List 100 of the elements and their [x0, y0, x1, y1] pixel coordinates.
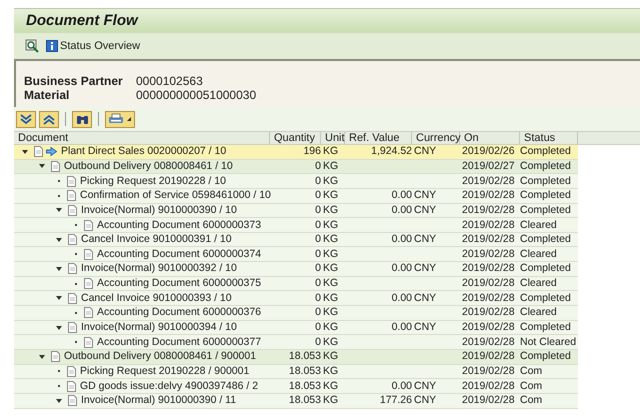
currency-cell: CNY: [414, 380, 436, 392]
ref-value-cell: 0.00: [392, 380, 412, 392]
currency-cell: CNY: [414, 292, 436, 304]
quantity-cell: 0: [315, 321, 321, 333]
document-name: Outbound Delivery 0080008461 / 900001: [64, 350, 256, 364]
column-header[interactable]: Currency: [412, 132, 460, 144]
field-label: Business Partner: [24, 74, 124, 88]
document-name: Accounting Document 6000000375: [97, 277, 262, 290]
date-cell: 2019/02/28: [462, 292, 515, 304]
expand-arrow-icon[interactable]: [56, 398, 62, 403]
currency-cell: CNY: [414, 394, 436, 406]
tree-row[interactable]: Cancel Invoice 9010000393 / 10 0 KG 0.00 CNY 2019/02/28 Completed: [14, 291, 578, 306]
document-name: Cancel Invoice 9010000393 / 10: [81, 292, 232, 305]
tree-row[interactable]: Confirmation of Service 0598461000 / 10 0 KG 0.00 CNY 2019/02/28 Completed: [14, 188, 578, 204]
tree-row[interactable]: Outbound Delivery 0080008461 / 10 0 KG 2019/02/27 Completed: [14, 160, 578, 174]
status-cell: Completed: [520, 292, 571, 304]
document-icon: [84, 278, 93, 290]
tree-row[interactable]: Outbound Delivery 0080008461 / 900001 18.053 KG 2019/02/28 Completed: [14, 350, 578, 365]
tree-row[interactable]: Picking Request 20190228 / 10 0 KG 2019/02/28 Completed: [14, 174, 578, 189]
tree-row[interactable]: Picking Request 20190228 / 900001 18.053 KG 2019/02/28 Com: [14, 364, 578, 380]
info-icon: [46, 40, 58, 52]
column-header[interactable]: Ref. Value: [345, 132, 412, 144]
document-icon: [68, 322, 77, 333]
quantity-cell: 0: [315, 233, 321, 246]
expand-arrow-icon[interactable]: [56, 238, 62, 242]
expand-arrow-icon[interactable]: [39, 164, 45, 168]
date-cell: 2019/02/28: [462, 189, 515, 202]
currency-cell: CNY: [414, 233, 436, 246]
ref-value-cell: 0.00: [392, 321, 412, 333]
unit-cell: KG: [323, 336, 338, 348]
expand-arrow-icon[interactable]: [56, 326, 62, 330]
currency-cell: CNY: [414, 321, 436, 333]
status-cell: Completed: [520, 174, 571, 187]
document-name: Accounting Document 6000000376: [97, 306, 262, 320]
status-overview-button[interactable]: Status Overview: [46, 38, 140, 54]
tree-row[interactable]: Accounting Document 6000000374 0 KG 2019/02/28 Cleared: [14, 247, 578, 262]
date-cell: 2019/02/28: [462, 321, 515, 333]
date-cell: 2019/02/28: [462, 204, 515, 216]
document-icon: [67, 190, 76, 202]
tree-row[interactable]: Plant Direct Sales 0020000207 / 10 196 KG 1,924.52 CNY 2019/02/26 Completed: [14, 145, 578, 160]
tree-row[interactable]: Invoice(Normal) 9010000390 / 11 18.053 KG 177.26 CNY 2019/02/28 Com: [14, 394, 578, 409]
quantity-cell: 18.053: [288, 364, 321, 377]
expand-arrow-icon[interactable]: [56, 208, 62, 212]
document-icon: [84, 220, 93, 231]
document-name: Outbound Delivery 0080008461 / 10: [64, 160, 233, 173]
column-header[interactable]: Quantity: [270, 132, 321, 144]
column-header[interactable]: On: [460, 132, 520, 144]
tree-row[interactable]: Accounting Document 6000000377 0 KG 2019/02/28 Not Cleared: [14, 335, 578, 350]
status-cell: Com: [520, 380, 542, 392]
magnifier-icon: [25, 39, 39, 53]
expand-arrow-icon[interactable]: [56, 296, 62, 300]
ref-value-cell: 0.00: [392, 204, 412, 216]
document-name: Plant Direct Sales 0020000207 / 10: [61, 145, 226, 158]
tree-row[interactable]: Invoice(Normal) 9010000394 / 10 0 KG 0.00 CNY 2019/02/28 Completed: [14, 320, 578, 336]
column-header[interactable]: Document: [14, 132, 270, 144]
quantity-cell: 0: [315, 174, 321, 187]
quantity-cell: 0: [315, 204, 321, 216]
document-name: Picking Request 20190228 / 900001: [80, 364, 250, 378]
document-name: Cancel Invoice 9010000391 / 10: [81, 233, 232, 246]
unit-cell: KG: [323, 233, 338, 246]
tree-row[interactable]: Invoice(Normal) 9010000392 / 10 0 KG 0.00 CNY 2019/02/28 Completed: [14, 262, 578, 277]
document-icon: [68, 263, 77, 274]
date-cell: 2019/02/28: [462, 277, 515, 290]
unit-cell: KG: [323, 174, 338, 187]
expand-arrow-icon[interactable]: [39, 354, 45, 359]
document-icon: [51, 351, 60, 362]
find-button[interactable]: [72, 110, 92, 128]
document-name: Accounting Document 6000000377: [97, 336, 262, 349]
tree-row[interactable]: GD goods issue:delvy 4900397486 / 2 18.053 KG 0.00 CNY 2019/02/28 Com: [14, 379, 578, 394]
tree-row[interactable]: Invoice(Normal) 9010000390 / 10 0 KG 0.00 CNY 2019/02/28 Completed: [14, 204, 578, 218]
date-cell: 2019/02/28: [462, 218, 515, 231]
document-icon: [67, 176, 76, 187]
expand-arrow-icon[interactable]: [56, 266, 62, 271]
date-cell: 2019/02/28: [462, 336, 515, 348]
expand-all-button[interactable]: [16, 110, 36, 128]
status-cell: Completed: [520, 160, 571, 172]
quantity-cell: 0: [315, 277, 321, 290]
expand-arrow-icon[interactable]: [22, 150, 28, 154]
tree-row[interactable]: Cancel Invoice 9010000391 / 10 0 KG 0.00 CNY 2019/02/28 Completed: [14, 232, 578, 248]
collapse-all-button[interactable]: [39, 110, 59, 128]
quantity-cell: 0: [315, 160, 321, 172]
currency-cell: CNY: [414, 189, 436, 202]
tree-row[interactable]: Accounting Document 6000000375 0 KG 2019/02/28 Cleared: [14, 276, 578, 292]
unit-cell: KG: [323, 380, 338, 392]
print-button[interactable]: [105, 110, 135, 128]
document-icon: [51, 160, 60, 172]
find-button[interactable]: [24, 38, 40, 54]
column-header[interactable]: Status: [520, 132, 578, 144]
window-title: Document Flow: [26, 10, 138, 31]
status-cell: Completed: [520, 262, 571, 274]
document-icon: [84, 336, 93, 348]
column-header[interactable]: Unit: [321, 132, 345, 144]
document-name: Invoice(Normal) 9010000390 / 11: [81, 394, 236, 408]
document-name: Invoice(Normal) 9010000394 / 10: [81, 321, 237, 334]
document-icon: [67, 366, 76, 377]
status-cell: Cleared: [520, 218, 557, 231]
tree-row[interactable]: Accounting Document 6000000373 0 KG 2019/02/28 Cleared: [14, 218, 578, 233]
quantity-cell: 0: [315, 336, 321, 348]
unit-cell: KG: [323, 292, 338, 304]
tree-row[interactable]: Accounting Document 6000000376 0 KG 2019/02/28 Cleared: [14, 306, 578, 321]
